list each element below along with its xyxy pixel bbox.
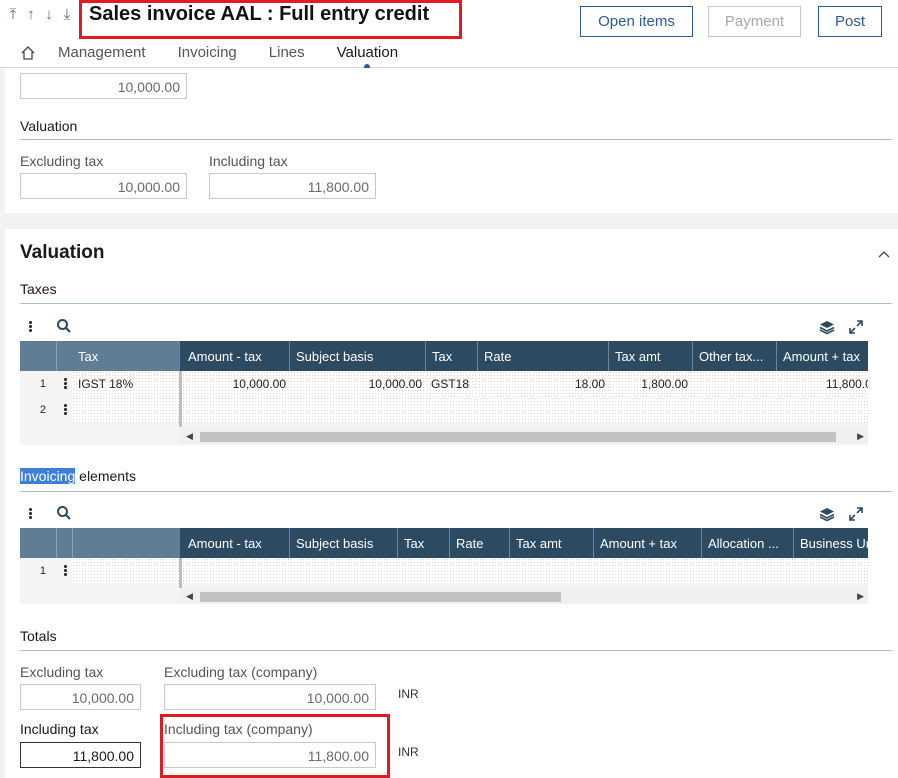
expand-icon[interactable] <box>848 506 864 522</box>
valuation-summary-panel: 10,000.00 Valuation Excluding tax 10,000… <box>5 68 898 213</box>
valuation-title: Valuation <box>20 242 105 263</box>
scroll-left-icon[interactable]: ◀ <box>186 431 193 442</box>
table-row[interactable]: 2 <box>20 397 868 423</box>
last-record-icon[interactable]: ⤓ <box>60 6 74 23</box>
page-header: ⤒ ↑ ↓ ⤓ Sales invoice AAL : Full entry c… <box>0 0 898 70</box>
grid-menu-icon[interactable] <box>29 320 33 333</box>
excluding-tax-field[interactable]: 10,000.00 <box>20 173 187 199</box>
first-record-icon[interactable]: ⤒ <box>6 6 20 23</box>
divider <box>20 303 892 304</box>
column-header[interactable]: Amount - tax <box>182 528 290 558</box>
excluding-tax-label: Excluding tax <box>20 664 104 680</box>
open-items-button[interactable]: Open items <box>580 6 693 37</box>
previous-record-icon[interactable]: ↑ <box>24 6 38 23</box>
including-tax-label: Including tax <box>20 721 99 737</box>
subject-basis-cell[interactable]: 10,000.00 <box>290 371 426 397</box>
scroll-left-icon[interactable]: ◀ <box>186 591 193 602</box>
tax-cell[interactable] <box>72 397 180 423</box>
table-row[interactable]: 1 IGST 18% 10,000.00 10,000.00 GST18 18.… <box>20 371 868 397</box>
column-header[interactable]: Tax <box>426 341 478 371</box>
amount-plus-tax-cell[interactable]: 11,800.0 <box>777 371 868 397</box>
column-header[interactable]: Amount - tax <box>182 341 290 371</box>
including-tax-field[interactable]: 11,800.00 <box>20 742 141 768</box>
home-icon[interactable] <box>20 45 36 61</box>
valuation-panel: Valuation Taxes Tax Amount - tax Subject… <box>5 229 898 778</box>
column-header[interactable]: Other tax... <box>693 341 777 371</box>
frozen-column-divider <box>179 371 182 427</box>
row-menu-icon[interactable] <box>64 403 68 416</box>
post-button[interactable]: Post <box>818 6 882 37</box>
totals-label: Totals <box>20 628 57 644</box>
record-navigation: ⤒ ↑ ↓ ⤓ <box>6 6 74 23</box>
page-title: Sales invoice AAL : Full entry credit <box>89 3 430 25</box>
other-tax-cell[interactable] <box>693 371 777 397</box>
row-cells[interactable] <box>72 558 180 584</box>
scrollbar-thumb[interactable] <box>200 592 561 602</box>
horizontal-scrollbar[interactable]: ◀ ▶ <box>180 588 868 604</box>
frozen-column-divider <box>179 558 182 588</box>
column-header[interactable]: Subject basis <box>290 341 426 371</box>
valuation-section-label: Valuation <box>20 118 78 134</box>
tab-invoicing[interactable]: Invoicing <box>178 44 237 61</box>
row-cells[interactable] <box>182 397 868 423</box>
including-tax-field[interactable]: 11,800.00 <box>209 173 376 199</box>
excluding-tax-company-label: Excluding tax (company) <box>164 664 318 680</box>
tab-lines[interactable]: Lines <box>269 44 305 61</box>
column-header[interactable]: Amount + tax <box>594 528 702 558</box>
invoicing-elements-grid: Amount - tax Subject basis Tax Rate Tax … <box>20 528 868 604</box>
row-menu-icon[interactable] <box>64 377 68 390</box>
collapse-chevron-icon[interactable] <box>878 249 890 261</box>
tax-code-cell[interactable]: GST18 <box>426 371 478 397</box>
column-header[interactable]: Tax <box>72 341 180 371</box>
divider <box>20 491 892 492</box>
payment-button[interactable]: Payment <box>708 6 801 37</box>
tab-valuation[interactable]: Valuation <box>337 44 398 70</box>
tab-bar: Management Invoicing Lines Valuation <box>20 44 430 70</box>
column-header[interactable]: Rate <box>478 341 609 371</box>
excluding-tax-label: Excluding tax <box>20 153 104 169</box>
row-cells[interactable] <box>182 558 868 584</box>
top-amount-field[interactable]: 10,000.00 <box>20 73 187 99</box>
taxes-grid: Tax Amount - tax Subject basis Tax Rate … <box>20 341 868 445</box>
search-icon[interactable] <box>56 505 72 521</box>
layers-icon[interactable] <box>819 319 835 335</box>
invoicing-elements-label: Invoicing elements <box>20 468 136 484</box>
currency-label: INR <box>398 687 419 701</box>
divider <box>20 650 892 651</box>
column-header[interactable]: Business Un <box>794 528 868 558</box>
tax-amt-cell[interactable]: 1,800.00 <box>609 371 693 397</box>
excluding-tax-company-field[interactable]: 10,000.00 <box>164 684 376 710</box>
divider <box>20 139 892 140</box>
column-header[interactable]: Rate <box>450 528 510 558</box>
table-row[interactable]: 1 <box>20 558 868 584</box>
search-icon[interactable] <box>56 318 72 334</box>
column-header[interactable]: Allocation ... <box>702 528 794 558</box>
totals-annotation-box <box>160 714 390 778</box>
amount-tax-cell[interactable]: 10,000.00 <box>182 371 290 397</box>
scroll-right-icon[interactable]: ▶ <box>857 431 864 442</box>
next-record-icon[interactable]: ↓ <box>42 6 56 23</box>
currency-label: INR <box>398 745 419 759</box>
grid-menu-icon[interactable] <box>29 507 33 520</box>
layers-icon[interactable] <box>819 506 835 522</box>
including-tax-label: Including tax <box>209 153 288 169</box>
tab-management[interactable]: Management <box>58 44 146 61</box>
expand-icon[interactable] <box>848 319 864 335</box>
scroll-right-icon[interactable]: ▶ <box>857 591 864 602</box>
tax-cell[interactable]: IGST 18% <box>72 371 180 397</box>
column-header[interactable]: Amount + tax <box>777 341 868 371</box>
column-header[interactable]: Subject basis <box>290 528 398 558</box>
taxes-label: Taxes <box>20 281 57 297</box>
horizontal-scrollbar[interactable]: ◀ ▶ <box>180 428 868 444</box>
excluding-tax-field[interactable]: 10,000.00 <box>20 684 141 710</box>
rate-cell[interactable]: 18.00 <box>478 371 609 397</box>
column-header[interactable]: Tax amt <box>510 528 594 558</box>
column-header[interactable]: Tax amt <box>609 341 693 371</box>
column-header[interactable]: Tax <box>398 528 450 558</box>
row-menu-icon[interactable] <box>64 564 68 577</box>
scrollbar-thumb[interactable] <box>200 432 836 442</box>
